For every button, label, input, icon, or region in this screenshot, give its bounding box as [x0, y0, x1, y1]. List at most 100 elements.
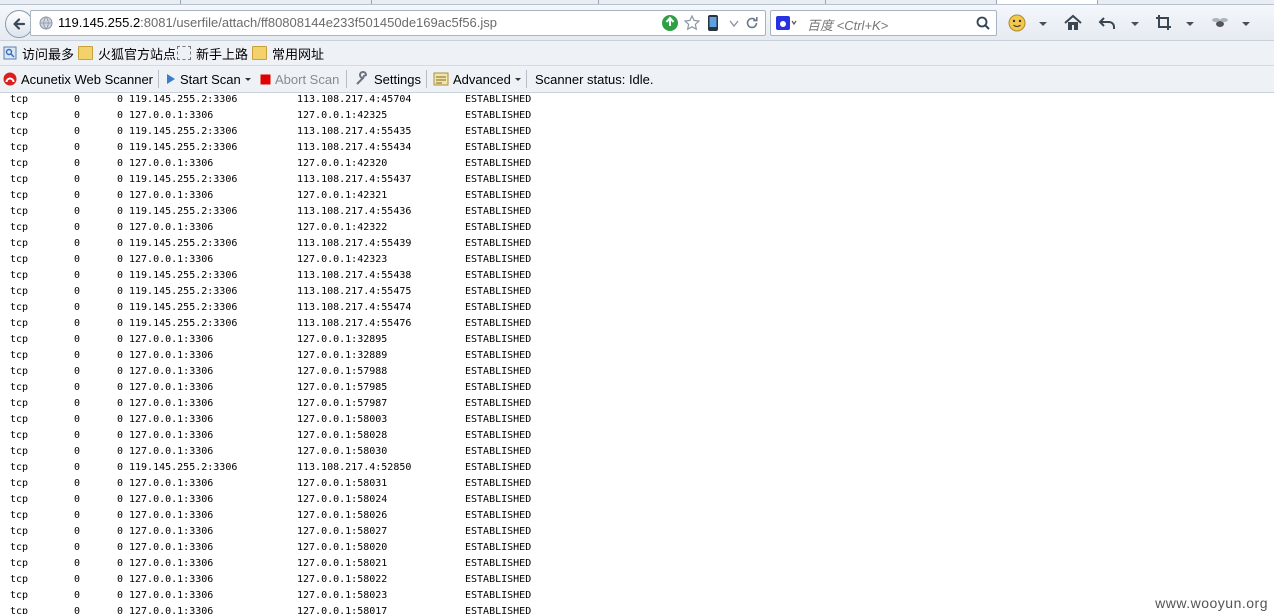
cell-state: ESTABLISHED: [465, 126, 532, 137]
bookmark-label: 新手上路: [196, 46, 249, 62]
cell-local: 127.0.0.1:3306: [129, 110, 214, 121]
mobile-icon[interactable]: [707, 14, 719, 32]
cell-local: 127.0.0.1:3306: [129, 558, 214, 569]
back-button[interactable]: [5, 10, 33, 38]
cell-recv: 0: [74, 542, 81, 553]
tab[interactable]: [181, 0, 372, 4]
cell-recv: 0: [74, 462, 81, 473]
cell-foreign: 127.0.0.1:32889: [297, 350, 388, 361]
cell-recv: 0: [74, 238, 81, 249]
cell-recv: 0: [74, 142, 81, 153]
cell-state: ESTABLISHED: [465, 254, 532, 265]
cell-recv: 0: [74, 350, 81, 361]
home-icon[interactable]: [1063, 14, 1083, 32]
dropdown-icon[interactable]: [1241, 14, 1251, 32]
cell-recv: 0: [74, 494, 81, 505]
cell-state: ESTABLISHED: [465, 478, 532, 489]
tab[interactable]: [372, 0, 599, 4]
cell-foreign: 113.108.217.4:55476: [297, 318, 412, 329]
cell-recv: 0: [74, 190, 81, 201]
tab[interactable]: [826, 0, 997, 4]
cell-proto: tcp: [10, 142, 29, 153]
url-bar[interactable]: 119.145.255.2:8081/userfile/attach/ff808…: [30, 10, 766, 36]
search-box[interactable]: 百度 <Ctrl+K>: [770, 10, 997, 36]
cell-recv: 0: [74, 254, 81, 265]
dropdown-icon[interactable]: [1038, 14, 1048, 32]
toolbar-separator: [426, 70, 427, 88]
start-scan-button[interactable]: Start Scan: [166, 71, 251, 87]
tab[interactable]: [599, 0, 826, 4]
cell-state: ESTABLISHED: [465, 334, 532, 345]
cell-send: 0: [117, 302, 124, 313]
cell-state: ESTABLISHED: [465, 430, 532, 441]
settings-label: Settings: [374, 71, 421, 87]
cell-state: ESTABLISHED: [465, 446, 532, 457]
cell-recv: 0: [74, 574, 81, 585]
cell-state: ESTABLISHED: [465, 94, 532, 105]
abort-scan-button[interactable]: Abort Scan: [260, 71, 339, 87]
cell-state: ESTABLISHED: [465, 542, 532, 553]
globe-icon: [39, 16, 53, 30]
cell-foreign: 113.108.217.4:55434: [297, 142, 412, 153]
cell-recv: 0: [74, 110, 81, 121]
cell-send: 0: [117, 110, 124, 121]
cell-recv: 0: [74, 302, 81, 313]
cell-proto: tcp: [10, 526, 29, 537]
toolbar-name: Acunetix Web Scanner: [21, 71, 153, 87]
baidu-icon[interactable]: [775, 15, 797, 31]
cell-local: 127.0.0.1:3306: [129, 366, 214, 377]
tab[interactable]: [0, 0, 181, 4]
cell-local: 119.145.255.2:3306: [129, 142, 238, 153]
bookmark-icon: [3, 46, 17, 60]
cell-send: 0: [117, 238, 124, 249]
cell-proto: tcp: [10, 222, 29, 233]
cell-proto: tcp: [10, 606, 29, 614]
cell-proto: tcp: [10, 366, 29, 377]
cell-local: 119.145.255.2:3306: [129, 126, 238, 137]
cell-foreign: 113.108.217.4:55437: [297, 174, 412, 185]
cell-send: 0: [117, 254, 124, 265]
scanner-status-text: Scanner status: Idle.: [535, 71, 654, 87]
advanced-button[interactable]: Advanced: [433, 71, 521, 87]
cell-local: 127.0.0.1:3306: [129, 430, 214, 441]
cell-foreign: 113.108.217.4:52850: [297, 462, 412, 473]
dropdown-icon[interactable]: [1185, 14, 1195, 32]
cell-state: ESTABLISHED: [465, 510, 532, 521]
cell-send: 0: [117, 382, 124, 393]
bookmark-label: 火狐官方站点: [98, 46, 177, 62]
bookmark-most-visited[interactable]: 访问最多: [3, 45, 74, 62]
cell-proto: tcp: [10, 382, 29, 393]
cell-state: ESTABLISHED: [465, 462, 532, 473]
cell-foreign: 127.0.0.1:58030: [297, 446, 388, 457]
back-arrow-icon: [13, 18, 26, 30]
url-text[interactable]: 119.145.255.2:8081/userfile/attach/ff808…: [58, 15, 497, 30]
search-icon[interactable]: [975, 15, 991, 31]
undo-icon[interactable]: [1098, 14, 1118, 32]
acunetix-brand[interactable]: Acunetix Web Scanner: [3, 71, 153, 87]
cell-proto: tcp: [10, 350, 29, 361]
fly-icon[interactable]: [1210, 14, 1230, 32]
cell-send: 0: [117, 94, 124, 105]
toolbar-separator: [158, 70, 159, 88]
cell-local: 119.145.255.2:3306: [129, 286, 238, 297]
settings-button[interactable]: Settings: [354, 71, 421, 87]
cell-foreign: 127.0.0.1:57985: [297, 382, 388, 393]
bookmark-common-sites[interactable]: 常用网址: [252, 45, 324, 62]
tab-active[interactable]: [997, 0, 1098, 4]
bookmark-getting-started[interactable]: 新手上路: [177, 45, 249, 62]
tab[interactable]: [1098, 0, 1274, 4]
smiley-icon[interactable]: [1008, 14, 1026, 32]
dropdown-icon[interactable]: [728, 14, 740, 32]
cell-state: ESTABLISHED: [465, 366, 532, 377]
cell-recv: 0: [74, 94, 81, 105]
bookmark-firefox-official[interactable]: 火狐官方站点: [78, 45, 177, 62]
cell-foreign: 127.0.0.1:42325: [297, 110, 388, 121]
reload-icon[interactable]: [744, 14, 760, 32]
star-icon[interactable]: [683, 14, 701, 32]
cell-send: 0: [117, 414, 124, 425]
cell-proto: tcp: [10, 590, 29, 601]
go-arrow-icon[interactable]: [661, 14, 679, 32]
dropdown-icon[interactable]: [1130, 14, 1140, 32]
crop-icon[interactable]: [1155, 14, 1173, 32]
cell-foreign: 127.0.0.1:58023: [297, 590, 388, 601]
